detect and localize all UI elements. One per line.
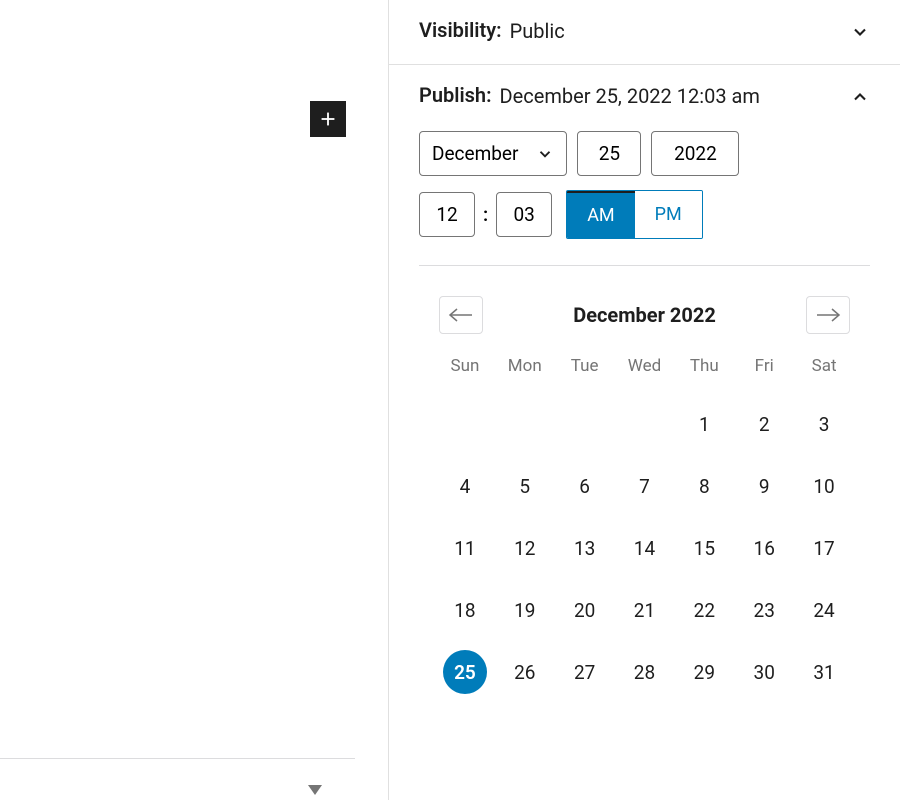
calendar-day[interactable]: 24 <box>802 588 846 632</box>
calendar-empty-cell <box>503 402 547 446</box>
calendar-day[interactable]: 11 <box>443 526 487 570</box>
calendar-weekday: Thu <box>674 356 734 384</box>
arrow-right-icon <box>815 307 841 323</box>
calendar-weekday: Wed <box>615 356 675 384</box>
month-select[interactable]: December <box>419 131 567 176</box>
calendar-day[interactable]: 8 <box>682 464 726 508</box>
visibility-label: Visibility: <box>419 18 502 42</box>
calendar-next-button[interactable] <box>806 296 850 334</box>
calendar-day[interactable]: 2 <box>742 402 786 446</box>
calendar-day[interactable]: 4 <box>443 464 487 508</box>
calendar-day[interactable]: 31 <box>802 650 846 694</box>
calendar-day[interactable]: 15 <box>682 526 726 570</box>
calendar-day[interactable]: 5 <box>503 464 547 508</box>
calendar-weekday: Sat <box>794 356 854 384</box>
settings-sidebar: Visibility: Public Publish: December 25,… <box>388 0 900 800</box>
collapse-chevron-icon[interactable] <box>308 780 322 799</box>
visibility-value: Public <box>510 18 842 44</box>
calendar-day[interactable]: 6 <box>563 464 607 508</box>
time-colon: : <box>483 203 488 226</box>
publish-value: December 25, 2022 12:03 am <box>500 83 842 109</box>
minute-input[interactable] <box>496 192 552 237</box>
publish-panel-body: December : AM PM December 2022 <box>389 111 900 694</box>
visibility-panel-toggle[interactable]: Visibility: Public <box>389 0 900 65</box>
month-select-value: December <box>432 142 518 165</box>
calendar-day[interactable]: 28 <box>622 650 666 694</box>
calendar-day[interactable]: 1 <box>682 402 726 446</box>
calendar-day[interactable]: 13 <box>563 526 607 570</box>
calendar-empty-cell <box>563 402 607 446</box>
calendar-day[interactable]: 19 <box>503 588 547 632</box>
calendar-header: December 2022 <box>419 296 870 334</box>
calendar-day[interactable]: 21 <box>622 588 666 632</box>
calendar-empty-cell <box>622 402 666 446</box>
am-button[interactable]: AM <box>567 191 634 238</box>
calendar-day[interactable]: 26 <box>503 650 547 694</box>
calendar-title: December 2022 <box>573 303 716 327</box>
editor-divider <box>0 758 355 759</box>
calendar-day[interactable]: 9 <box>742 464 786 508</box>
calendar-grid: SunMonTueWedThuFriSat1234567891011121314… <box>419 356 870 694</box>
calendar-day[interactable]: 29 <box>682 650 726 694</box>
calendar-day[interactable]: 17 <box>802 526 846 570</box>
time-input-row: : AM PM <box>419 190 870 239</box>
calendar-day[interactable]: 22 <box>682 588 726 632</box>
pm-button[interactable]: PM <box>635 191 702 238</box>
arrow-left-icon <box>448 307 474 323</box>
chevron-up-icon <box>850 87 870 111</box>
calendar-empty-cell <box>443 402 487 446</box>
calendar-day[interactable]: 16 <box>742 526 786 570</box>
day-input[interactable] <box>577 131 641 176</box>
calendar-day[interactable]: 25 <box>443 650 487 694</box>
calendar-day[interactable]: 30 <box>742 650 786 694</box>
calendar-day[interactable]: 14 <box>622 526 666 570</box>
calendar-divider <box>419 265 870 266</box>
editor-canvas <box>0 0 388 800</box>
add-block-button[interactable] <box>310 101 346 137</box>
chevron-down-icon <box>850 22 870 46</box>
calendar-weekday: Sun <box>435 356 495 384</box>
calendar-day[interactable]: 3 <box>802 402 846 446</box>
calendar-prev-button[interactable] <box>439 296 483 334</box>
calendar-day[interactable]: 20 <box>563 588 607 632</box>
hour-input[interactable] <box>419 192 475 237</box>
calendar-day[interactable]: 18 <box>443 588 487 632</box>
calendar-day[interactable]: 7 <box>622 464 666 508</box>
publish-label: Publish: <box>419 83 492 107</box>
ampm-toggle-group: AM PM <box>566 190 703 239</box>
calendar-day[interactable]: 23 <box>742 588 786 632</box>
plus-icon <box>317 108 339 130</box>
date-input-row: December <box>419 131 870 176</box>
calendar-weekday: Mon <box>495 356 555 384</box>
calendar-day[interactable]: 12 <box>503 526 547 570</box>
publish-panel-toggle[interactable]: Publish: December 25, 2022 12:03 am <box>389 65 900 111</box>
calendar-day[interactable]: 10 <box>802 464 846 508</box>
year-input[interactable] <box>651 131 739 176</box>
chevron-down-icon <box>536 145 554 163</box>
calendar-day[interactable]: 27 <box>563 650 607 694</box>
calendar-weekday: Fri <box>734 356 794 384</box>
calendar-weekday: Tue <box>555 356 615 384</box>
